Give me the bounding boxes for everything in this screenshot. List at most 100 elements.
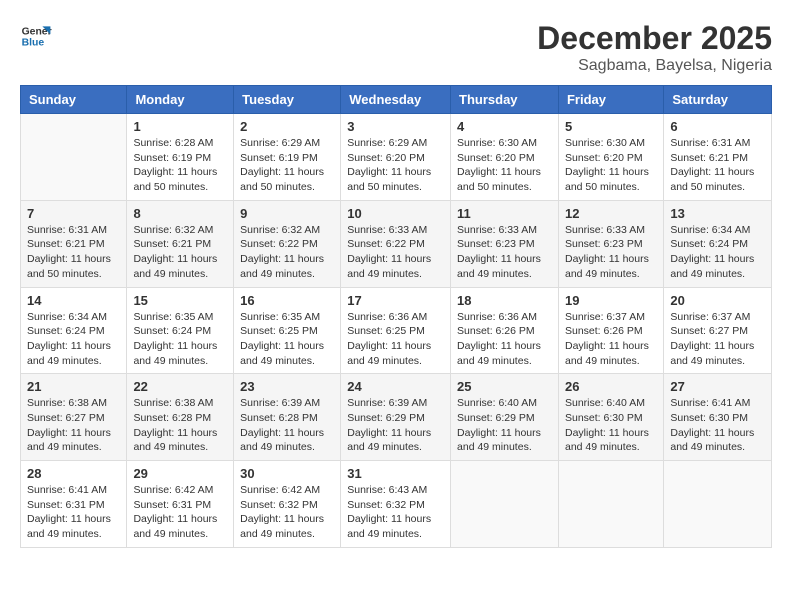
calendar-day-cell: 11 Sunrise: 6:33 AM Sunset: 6:23 PM Dayli… (451, 200, 559, 287)
day-info: Sunrise: 6:42 AM Sunset: 6:31 PM Dayligh… (133, 483, 227, 542)
calendar-day-cell: 14 Sunrise: 6:34 AM Sunset: 6:24 PM Dayli… (21, 287, 127, 374)
month-title: December 2025 (537, 20, 772, 57)
day-info: Sunrise: 6:28 AM Sunset: 6:19 PM Dayligh… (133, 136, 227, 195)
day-info: Sunrise: 6:30 AM Sunset: 6:20 PM Dayligh… (457, 136, 552, 195)
calendar-day-cell: 5Sunrise: 6:30 AM Sunset: 6:20 PM Daylig… (558, 114, 663, 201)
day-info: Sunrise: 6:38 AM Sunset: 6:27 PM Dayligh… (27, 396, 120, 455)
day-info: Sunrise: 6:40 AM Sunset: 6:30 PM Dayligh… (565, 396, 657, 455)
day-number: 28 (27, 466, 120, 481)
day-number: 31 (347, 466, 444, 481)
day-number: 4 (457, 119, 552, 134)
day-info: Sunrise: 6:39 AM Sunset: 6:28 PM Dayligh… (240, 396, 334, 455)
day-info: Sunrise: 6:31 AM Sunset: 6:21 PM Dayligh… (670, 136, 765, 195)
calendar-day-cell: 12 Sunrise: 6:33 AM Sunset: 6:23 PM Dayli… (558, 200, 663, 287)
calendar-day-cell: 4 Sunrise: 6:30 AM Sunset: 6:20 PM Daylig… (451, 114, 559, 201)
weekday-header-cell: Monday (127, 86, 234, 114)
weekday-header-cell: Thursday (451, 86, 559, 114)
day-number: 27 (670, 379, 765, 394)
day-number: 11 (457, 206, 552, 221)
day-number: 16 (240, 293, 334, 308)
day-number: 29 (133, 466, 227, 481)
day-number: 25 (457, 379, 552, 394)
location-title: Sagbama, Bayelsa, Nigeria (537, 57, 772, 75)
calendar-day-cell: 6 Sunrise: 6:31 AM Sunset: 6:21 PM Daylig… (664, 114, 772, 201)
calendar-day-cell: 8 Sunrise: 6:32 AM Sunset: 6:21 PM Daylig… (127, 200, 234, 287)
day-number: 26 (565, 379, 657, 394)
day-number: 6 (670, 119, 765, 134)
day-info: Sunrise: 6:34 AM Sunset: 6:24 PM Dayligh… (27, 310, 120, 369)
calendar-table: SundayMondayTuesdayWednesdayThursdayFrid… (20, 85, 772, 548)
calendar-day-cell: 18Sunrise: 6:36 AM Sunset: 6:26 PM Dayli… (451, 287, 559, 374)
calendar-day-cell: 13Sunrise: 6:34 AM Sunset: 6:24 PM Dayli… (664, 200, 772, 287)
calendar-day-cell: 23 Sunrise: 6:39 AM Sunset: 6:28 PM Dayli… (234, 374, 341, 461)
day-info: Sunrise: 6:33 AM Sunset: 6:23 PM Dayligh… (565, 223, 657, 282)
day-number: 10 (347, 206, 444, 221)
day-number: 8 (133, 206, 227, 221)
day-info: Sunrise: 6:39 AM Sunset: 6:29 PM Dayligh… (347, 396, 444, 455)
calendar-day-cell: 30 Sunrise: 6:42 AM Sunset: 6:32 PM Dayli… (234, 461, 341, 548)
calendar-week-row: 1 Sunrise: 6:28 AM Sunset: 6:19 PM Daylig… (21, 114, 772, 201)
day-number: 23 (240, 379, 334, 394)
day-number: 18 (457, 293, 552, 308)
calendar-day-cell: 20 Sunrise: 6:37 AM Sunset: 6:27 PM Dayli… (664, 287, 772, 374)
calendar-day-cell: 7 Sunrise: 6:31 AM Sunset: 6:21 PM Daylig… (21, 200, 127, 287)
calendar-day-cell: 16Sunrise: 6:35 AM Sunset: 6:25 PM Dayli… (234, 287, 341, 374)
day-number: 24 (347, 379, 444, 394)
day-info: Sunrise: 6:36 AM Sunset: 6:25 PM Dayligh… (347, 310, 444, 369)
day-number: 19 (565, 293, 657, 308)
calendar-day-cell: 21 Sunrise: 6:38 AM Sunset: 6:27 PM Dayli… (21, 374, 127, 461)
day-info: Sunrise: 6:32 AM Sunset: 6:22 PM Dayligh… (240, 223, 334, 282)
day-number: 9 (240, 206, 334, 221)
calendar-day-cell: 26 Sunrise: 6:40 AM Sunset: 6:30 PM Dayli… (558, 374, 663, 461)
day-number: 1 (133, 119, 227, 134)
calendar-day-cell (451, 461, 559, 548)
calendar-day-cell (21, 114, 127, 201)
day-info: Sunrise: 6:42 AM Sunset: 6:32 PM Dayligh… (240, 483, 334, 542)
calendar-week-row: 21 Sunrise: 6:38 AM Sunset: 6:27 PM Dayli… (21, 374, 772, 461)
day-number: 14 (27, 293, 120, 308)
day-number: 13 (670, 206, 765, 221)
day-number: 15 (133, 293, 227, 308)
day-number: 30 (240, 466, 334, 481)
calendar-day-cell: 3 Sunrise: 6:29 AM Sunset: 6:20 PM Daylig… (341, 114, 451, 201)
day-info: Sunrise: 6:33 AM Sunset: 6:22 PM Dayligh… (347, 223, 444, 282)
calendar-day-cell: 31 Sunrise: 6:43 AM Sunset: 6:32 PM Dayli… (341, 461, 451, 548)
day-number: 17 (347, 293, 444, 308)
calendar-day-cell: 28 Sunrise: 6:41 AM Sunset: 6:31 PM Dayli… (21, 461, 127, 548)
day-info: Sunrise: 6:29 AM Sunset: 6:20 PM Dayligh… (347, 136, 444, 195)
day-number: 22 (133, 379, 227, 394)
weekday-header-row: SundayMondayTuesdayWednesdayThursdayFrid… (21, 86, 772, 114)
day-info: Sunrise: 6:41 AM Sunset: 6:30 PM Dayligh… (670, 396, 765, 455)
day-number: 2 (240, 119, 334, 134)
day-info: Sunrise: 6:32 AM Sunset: 6:21 PM Dayligh… (133, 223, 227, 282)
calendar-day-cell: 15 Sunrise: 6:35 AM Sunset: 6:24 PM Dayli… (127, 287, 234, 374)
day-number: 20 (670, 293, 765, 308)
calendar-day-cell: 24 Sunrise: 6:39 AM Sunset: 6:29 PM Dayli… (341, 374, 451, 461)
calendar-day-cell: 1 Sunrise: 6:28 AM Sunset: 6:19 PM Daylig… (127, 114, 234, 201)
day-number: 21 (27, 379, 120, 394)
day-number: 3 (347, 119, 444, 134)
weekday-header-cell: Tuesday (234, 86, 341, 114)
calendar-header: SundayMondayTuesdayWednesdayThursdayFrid… (21, 86, 772, 114)
weekday-header-cell: Friday (558, 86, 663, 114)
weekday-header-cell: Wednesday (341, 86, 451, 114)
calendar-week-row: 7 Sunrise: 6:31 AM Sunset: 6:21 PM Daylig… (21, 200, 772, 287)
calendar-day-cell (558, 461, 663, 548)
day-info: Sunrise: 6:35 AM Sunset: 6:24 PM Dayligh… (133, 310, 227, 369)
calendar-day-cell: 25Sunrise: 6:40 AM Sunset: 6:29 PM Dayli… (451, 374, 559, 461)
calendar-day-cell (664, 461, 772, 548)
weekday-header-cell: Saturday (664, 86, 772, 114)
day-info: Sunrise: 6:43 AM Sunset: 6:32 PM Dayligh… (347, 483, 444, 542)
day-number: 12 (565, 206, 657, 221)
calendar-body: 1 Sunrise: 6:28 AM Sunset: 6:19 PM Daylig… (21, 114, 772, 548)
day-info: Sunrise: 6:33 AM Sunset: 6:23 PM Dayligh… (457, 223, 552, 282)
day-info: Sunrise: 6:31 AM Sunset: 6:21 PM Dayligh… (27, 223, 120, 282)
calendar-week-row: 14 Sunrise: 6:34 AM Sunset: 6:24 PM Dayli… (21, 287, 772, 374)
calendar-day-cell: 19Sunrise: 6:37 AM Sunset: 6:26 PM Dayli… (558, 287, 663, 374)
calendar-day-cell: 9 Sunrise: 6:32 AM Sunset: 6:22 PM Daylig… (234, 200, 341, 287)
day-info: Sunrise: 6:41 AM Sunset: 6:31 PM Dayligh… (27, 483, 120, 542)
day-number: 7 (27, 206, 120, 221)
day-info: Sunrise: 6:37 AM Sunset: 6:27 PM Dayligh… (670, 310, 765, 369)
day-info: Sunrise: 6:38 AM Sunset: 6:28 PM Dayligh… (133, 396, 227, 455)
logo-icon: General Blue (20, 20, 52, 52)
